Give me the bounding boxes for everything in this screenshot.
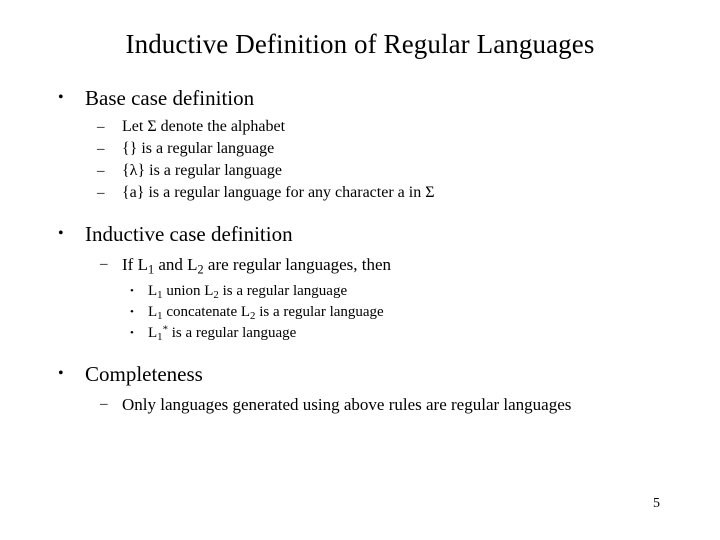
union-post: is a regular language (218, 283, 348, 299)
premise-pre: If L (122, 255, 148, 274)
bullet-label: Base case definition (85, 86, 255, 110)
union-pre: L (148, 283, 158, 299)
dash-icon: – (97, 119, 105, 135)
slide-title: Inductive Definition of Regular Language… (125, 29, 595, 59)
sub-bullet-label: {λ} is a regular language (122, 162, 282, 179)
sub-sub-bullet-union: • L1 union L2 is a regular language (0, 281, 720, 302)
dash-icon: – (97, 141, 105, 157)
dash-icon: – (100, 396, 108, 412)
premise-mid: and L (154, 255, 198, 274)
bullet-dot-icon: • (58, 365, 64, 382)
sub-bullet-label: {a} is a regular language for any charac… (122, 184, 435, 201)
sub-bullet-alphabet: – Let Σ denote the alphabet (0, 116, 720, 138)
page-number: 5 (653, 496, 660, 511)
sub-bullet-empty-set: – {} is a regular language (0, 138, 720, 160)
sub-bullet-label: Let Σ denote the alphabet (122, 118, 286, 135)
concat-post: is a regular language (255, 304, 384, 320)
bullet-dot-small-icon: • (130, 327, 134, 339)
sub-sub-bullet-label: L1 union L2 is a regular language (148, 281, 720, 302)
concat-mid: concatenate L (162, 304, 251, 320)
bullet-label: Completeness (85, 362, 203, 386)
bullet-dot-icon: • (58, 89, 64, 106)
sub-bullet-lambda: – {λ} is a regular language (0, 160, 720, 182)
sub-sub-bullet-label: L1* is a regular language (148, 323, 720, 344)
sub-sub-bullet-concatenate: • L1 concatenate L2 is a regular languag… (0, 302, 720, 323)
union-mid: union L (162, 283, 214, 299)
sub-bullet-inductive-premise: – If L1 and L2 are regular languages, th… (0, 252, 720, 277)
sub-bullet-only-languages: – Only languages generated using above r… (0, 392, 720, 417)
concat-pre: L (148, 304, 158, 320)
sub-bullet-label: Only languages generated using above rul… (122, 395, 572, 414)
premise-post: are regular languages, then (203, 255, 392, 274)
bullet-dot-small-icon: • (130, 285, 134, 297)
slide: Inductive Definition of Regular Language… (0, 0, 720, 540)
dash-icon: – (97, 163, 105, 179)
bullet-label: Inductive case definition (85, 222, 293, 246)
sub-bullet-label: If L1 and L2 are regular languages, then (122, 252, 720, 277)
star-pre: L (148, 325, 158, 341)
sub-bullet-single-char: – {a} is a regular language for any char… (0, 182, 720, 204)
slide-body: • Base case definition – Let Σ denote th… (0, 84, 720, 417)
bullet-base-case-definition: • Base case definition (0, 84, 720, 112)
dash-icon: – (100, 256, 108, 272)
dash-icon: – (97, 185, 105, 201)
sub-bullet-label: {} is a regular language (122, 140, 275, 157)
bullet-completeness: • Completeness (0, 360, 720, 388)
bullet-dot-small-icon: • (130, 306, 134, 318)
bullet-inductive-case-definition: • Inductive case definition (0, 220, 720, 248)
sub-sub-bullet-kleene-star: • L1* is a regular language (0, 323, 720, 344)
bullet-dot-icon: • (58, 225, 64, 242)
sub-sub-bullet-label: L1 concatenate L2 is a regular language (148, 302, 720, 323)
star-post: is a regular language (167, 325, 297, 341)
